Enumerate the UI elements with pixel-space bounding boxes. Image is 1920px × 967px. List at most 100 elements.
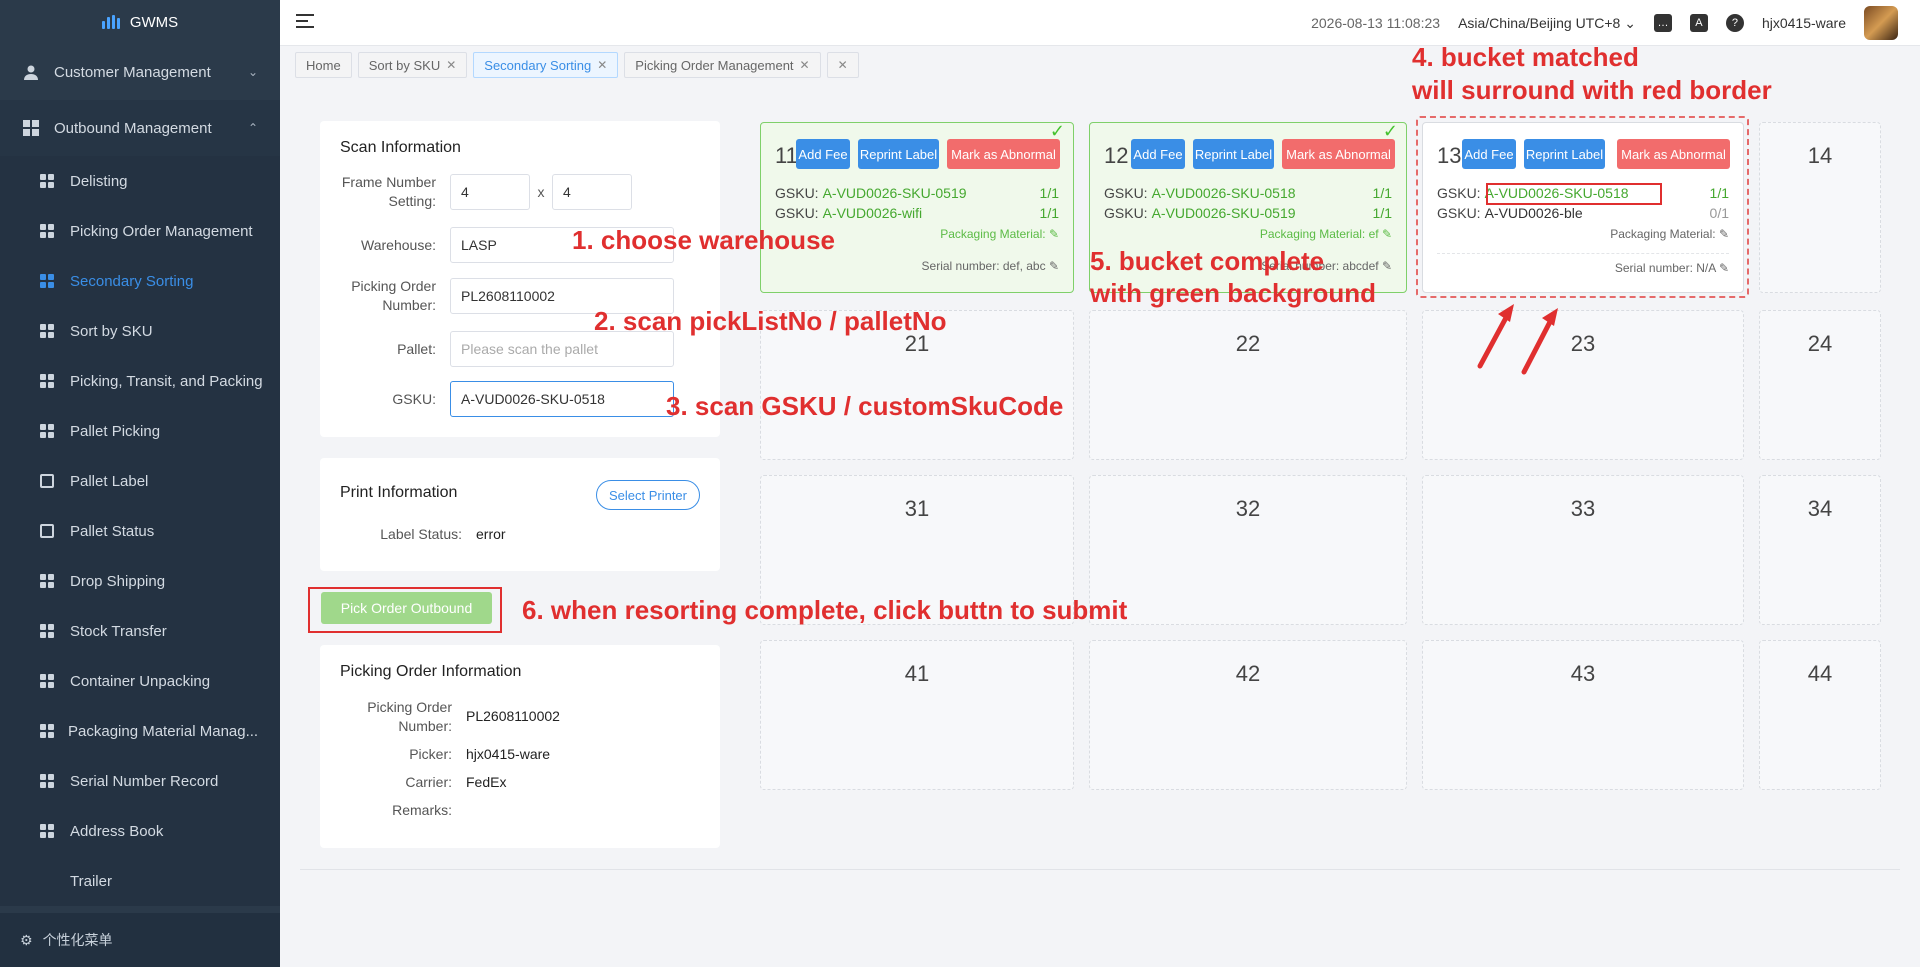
sidebar-item-secondary-sorting[interactable]: Secondary Sorting (0, 256, 280, 306)
sidebar-item-container-unpacking[interactable]: Container Unpacking (0, 656, 280, 706)
bucket-14[interactable]: 14 (1759, 122, 1881, 293)
add-fee-button[interactable]: Add Fee (1462, 139, 1516, 169)
frame-rows-input[interactable]: 4 (450, 174, 530, 210)
bucket-number: 12 (1104, 143, 1129, 168)
gsku-count: 1/1 (1372, 205, 1392, 221)
nav-group-outbound-management[interactable]: Outbound Management ⌃ (0, 100, 280, 156)
annotation-step-2: 2. scan pickListNo / palletNo (594, 306, 947, 336)
close-icon[interactable]: ✕ (838, 58, 848, 72)
message-icon[interactable]: … (1653, 14, 1672, 32)
help-icon[interactable]: ? (1725, 14, 1744, 32)
close-icon[interactable]: ✕ (597, 58, 607, 72)
bucket-number: 43 (1570, 661, 1596, 686)
gsku-input[interactable]: A-VUD0026-SKU-0518 (450, 381, 674, 417)
sidebar-item-drop-shipping[interactable]: Drop Shipping (0, 556, 280, 606)
bucket-24[interactable]: 24 (1759, 310, 1881, 460)
bucket-22[interactable]: 22 (1089, 310, 1407, 460)
edit-icon[interactable]: ✎ (1382, 227, 1392, 241)
sidebar-item-label: Container Unpacking (70, 672, 211, 690)
sidebar-item-stock-transfer[interactable]: Stock Transfer (0, 606, 280, 656)
tab-picking-order-management[interactable]: Picking Order Management ✕ (624, 52, 821, 78)
carrier-row: Carrier: FedEx (340, 773, 506, 792)
translate-icon[interactable]: A (1689, 14, 1708, 32)
annotation-step-1: 1. choose warehouse (572, 225, 835, 255)
bucket-34[interactable]: 34 (1759, 475, 1881, 625)
matched-gsku-highlight (1486, 183, 1662, 205)
picker-row: Picker: hjx0415-ware (340, 745, 550, 764)
bucket-33[interactable]: 33 (1422, 475, 1744, 625)
avatar[interactable] (1864, 6, 1898, 40)
mark-abnormal-button[interactable]: Mark as Abnormal (1617, 139, 1730, 169)
sidebar-item-sort-by-sku[interactable]: Sort by SKU (0, 306, 280, 356)
reprint-label-button[interactable]: Reprint Label (1193, 139, 1274, 169)
sidebar-item-picking-order-management[interactable]: Picking Order Management (0, 206, 280, 256)
bucket-41[interactable]: 41 (760, 640, 1074, 790)
user-icon (22, 63, 40, 81)
sidebar-item-serial-number-record[interactable]: Serial Number Record (0, 756, 280, 806)
personalized-menu[interactable]: ⚙ 个性化菜单 (0, 913, 280, 967)
bucket-number: 14 (1807, 143, 1833, 168)
mark-abnormal-button[interactable]: Mark as Abnormal (947, 139, 1060, 169)
edit-icon[interactable]: ✎ (1719, 227, 1729, 241)
gsku-value: A-VUD0026-SKU-0518 (1151, 185, 1296, 201)
gsku-value: A-VUD0026-ble (1484, 205, 1583, 221)
field-label: GSKU: (392, 390, 436, 407)
pick-order-outbound-button[interactable]: Pick Order Outbound (321, 592, 492, 624)
frame-cols-input[interactable]: 4 (552, 174, 632, 210)
serial-number[interactable]: Serial number: def, abc ✎ (922, 259, 1059, 273)
reprint-label-button[interactable]: Reprint Label (1524, 139, 1605, 169)
field-label: Remarks: (392, 802, 452, 818)
sidebar-item-pallet-label[interactable]: Pallet Label (0, 456, 280, 506)
close-icon[interactable]: ✕ (800, 58, 810, 72)
reprint-label-button[interactable]: Reprint Label (858, 139, 939, 169)
sidebar-item-trailer[interactable]: Trailer (0, 856, 280, 906)
packaging-material[interactable]: Packaging Material: ✎ (940, 227, 1059, 241)
sidebar-item-label: Address Book (70, 822, 164, 840)
menu-toggle-icon[interactable] (296, 14, 314, 30)
edit-icon[interactable]: ✎ (1382, 259, 1392, 273)
sidebar-item-delisting[interactable]: Delisting (0, 156, 280, 206)
annotation-step-6: 6. when resorting complete, click buttn … (522, 595, 1128, 625)
select-printer-button[interactable]: Select Printer (595, 480, 700, 510)
sidebar-item-picking-transit-packing[interactable]: Picking, Transit, and Packing (0, 356, 280, 406)
sidebar-item-address-book[interactable]: Address Book (0, 806, 280, 856)
grid-icon (22, 119, 40, 137)
tab-label: Picking Order Management (635, 57, 794, 73)
bucket-number: 42 (1235, 661, 1261, 686)
sidebar: GWMS Customer Management ⌄ Outbound Mana… (0, 0, 280, 967)
tab-sort-by-sku[interactable]: Sort by SKU ✕ (357, 52, 468, 78)
timezone-select[interactable]: Asia/China/Beijing UTC+8 ⌄ (1458, 15, 1636, 32)
bucket-32[interactable]: 32 (1089, 475, 1407, 625)
edit-icon[interactable]: ✎ (1049, 227, 1059, 241)
nav-group-customer-management[interactable]: Customer Management ⌄ (0, 44, 280, 100)
bucket-43[interactable]: 43 (1422, 640, 1744, 790)
serial-number[interactable]: Serial number: N/A ✎ (1615, 261, 1729, 275)
grid-icon (40, 274, 54, 288)
sidebar-item-pallet-picking[interactable]: Pallet Picking (0, 406, 280, 456)
bucket-13[interactable]: 13 Add Fee Reprint Label Mark as Abnorma… (1422, 122, 1744, 293)
packaging-material[interactable]: Packaging Material: ✎ (1610, 227, 1729, 241)
edit-icon[interactable]: ✎ (1719, 261, 1729, 275)
sidebar-item-pallet-status[interactable]: Pallet Status (0, 506, 280, 556)
mark-abnormal-button[interactable]: Mark as Abnormal (1282, 139, 1395, 169)
edit-icon[interactable]: ✎ (1049, 259, 1059, 273)
picker-value: hjx0415-ware (466, 746, 551, 762)
add-fee-button[interactable]: Add Fee (1131, 139, 1185, 169)
tab-close-all[interactable]: ✕ (826, 52, 859, 78)
gsku-value: A-VUD0026-SKU-0519 (1151, 205, 1296, 221)
personalized-menu-label: 个性化菜单 (42, 932, 113, 948)
top-header: 2026-08-13 11:08:23 Asia/China/Beijing U… (280, 0, 1920, 46)
tab-home[interactable]: Home (295, 52, 352, 78)
gsku-count: 0/1 (1709, 205, 1729, 221)
user-name[interactable]: hjx0415-ware (1762, 15, 1846, 31)
close-icon[interactable]: ✕ (446, 58, 456, 72)
bucket-42[interactable]: 42 (1089, 640, 1407, 790)
sidebar-item-label: Stock Transfer (70, 622, 167, 640)
packaging-material[interactable]: Packaging Material: ef ✎ (1260, 227, 1392, 241)
tab-secondary-sorting[interactable]: Secondary Sorting ✕ (473, 52, 619, 78)
sidebar-item-packaging-material[interactable]: Packaging Material Manag... (0, 706, 280, 756)
bucket-gsku-line: GSKU: A-VUD0026-ble 0/1 (1437, 205, 1729, 221)
add-fee-button[interactable]: Add Fee (796, 139, 850, 169)
bucket-44[interactable]: 44 (1759, 640, 1881, 790)
bucket-11[interactable]: ✓ 11 Add Fee Reprint Label Mark as Abnor… (760, 121, 1074, 293)
